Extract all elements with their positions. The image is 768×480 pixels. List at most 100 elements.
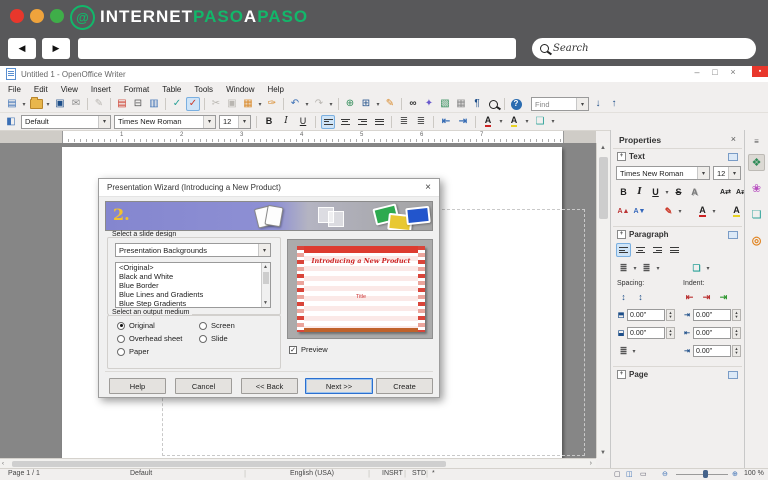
decrease-indent-button[interactable]: ⇤ bbox=[439, 115, 453, 129]
sidebar-align-right-button[interactable] bbox=[650, 243, 665, 257]
shadow-button[interactable]: A bbox=[687, 185, 702, 199]
find-previous-button[interactable]: ↓ bbox=[591, 97, 605, 111]
design-list-item[interactable]: Blue Step Gradients bbox=[116, 299, 270, 307]
horizontal-ruler[interactable]: 1 2 3 4 5 6 7 bbox=[0, 131, 596, 143]
status-page-count[interactable]: Page 1 / 1 bbox=[8, 470, 40, 477]
sidebar-underline-button[interactable]: U bbox=[648, 185, 663, 199]
step-down-icon[interactable]: ▼ bbox=[669, 315, 673, 319]
bold-button[interactable]: B bbox=[262, 115, 276, 129]
status-language[interactable]: English (USA) bbox=[290, 470, 334, 477]
scroll-up-icon[interactable]: ▲ bbox=[600, 145, 606, 151]
first-line-indent-stepper[interactable]: ▲ ▼ bbox=[732, 345, 741, 357]
traffic-light-orange-icon[interactable] bbox=[30, 9, 44, 23]
book-view-icon[interactable]: ▭ bbox=[640, 470, 647, 478]
data-sources-button[interactable]: ▦ bbox=[454, 97, 468, 111]
italic-button[interactable]: I bbox=[279, 115, 293, 129]
increase-char-spacing-button[interactable]: A⇄ bbox=[718, 185, 733, 199]
paragraph-background-dropdown[interactable]: ▾ bbox=[705, 265, 711, 272]
first-line-indent-input[interactable]: 0.00" bbox=[693, 345, 731, 357]
status-page-style[interactable]: Default bbox=[130, 470, 152, 477]
menu-file[interactable]: File bbox=[8, 85, 21, 94]
table-dropdown[interactable]: ▾ bbox=[375, 101, 381, 108]
sidebar-size-combo[interactable]: 12 ▾ bbox=[713, 166, 741, 180]
underline-dropdown[interactable]: ▾ bbox=[664, 189, 670, 196]
step-down-icon[interactable]: ▼ bbox=[735, 315, 739, 319]
email-document-button[interactable]: ✉ bbox=[69, 97, 83, 111]
sidebar-bold-button[interactable]: B bbox=[616, 185, 631, 199]
traffic-light-green-icon[interactable] bbox=[50, 9, 64, 23]
sidebar-numbered-list-button[interactable]: ≣ bbox=[639, 261, 654, 275]
sidebar-highlighting-button[interactable]: A bbox=[729, 204, 744, 218]
paragraph-section-header[interactable]: + Paragraph bbox=[617, 230, 669, 239]
font-color-button[interactable]: A bbox=[481, 115, 495, 129]
indent-before-input[interactable]: 0.00" bbox=[693, 309, 731, 321]
address-bar[interactable] bbox=[78, 38, 516, 59]
print-button[interactable]: ⊟ bbox=[131, 97, 145, 111]
new-document-dropdown[interactable]: ▾ bbox=[21, 101, 27, 108]
find-replace-button[interactable]: ∞ bbox=[406, 97, 420, 111]
decrease-font-size-button[interactable]: A▼ bbox=[632, 204, 647, 218]
zoom-out-icon[interactable]: ⊖ bbox=[662, 470, 668, 478]
paragraph-style-combo[interactable]: Default ▾ bbox=[21, 114, 111, 129]
copy-button[interactable]: ▣ bbox=[225, 97, 239, 111]
bullet-list-dropdown[interactable]: ▾ bbox=[632, 265, 638, 272]
font-color-dropdown[interactable]: ▾ bbox=[498, 118, 504, 125]
zoom-button[interactable] bbox=[486, 97, 500, 111]
sidebar-italic-button[interactable]: I bbox=[632, 185, 647, 199]
numbered-list-button[interactable]: ≣ bbox=[397, 115, 411, 129]
formatting-marks-button[interactable]: ¶ bbox=[470, 97, 484, 111]
help-dialog-button[interactable]: Help bbox=[109, 378, 166, 394]
character-highlight-button[interactable]: ✎ bbox=[661, 204, 676, 218]
multi-page-view-icon[interactable]: ◫ bbox=[626, 470, 633, 478]
sidebar-font-caret-icon[interactable]: ▾ bbox=[697, 167, 709, 179]
dialog-close-icon[interactable]: × bbox=[425, 182, 431, 193]
indent-before-stepper[interactable]: ▲ ▼ bbox=[732, 309, 741, 321]
navigator-tab[interactable]: ◎ bbox=[748, 232, 765, 249]
draw-functions-button[interactable]: ✎ bbox=[383, 97, 397, 111]
switch-indent-button[interactable]: ⇥ bbox=[716, 290, 731, 304]
size-combo-caret-icon[interactable]: ▾ bbox=[238, 115, 250, 128]
line-spacing-dropdown[interactable]: ▾ bbox=[631, 348, 637, 355]
vertical-scrollbar[interactable]: ▲ ▼ bbox=[596, 143, 610, 458]
close-icon[interactable]: × bbox=[724, 67, 742, 77]
align-right-button[interactable] bbox=[355, 115, 369, 129]
paragraph-background-button[interactable]: ❑ bbox=[689, 261, 704, 275]
spellcheck-button[interactable]: ✓ bbox=[170, 97, 184, 111]
undock-icon[interactable] bbox=[728, 153, 738, 161]
zoom-slider-track[interactable] bbox=[676, 473, 728, 475]
spacing-above-stepper[interactable]: ▲ ▼ bbox=[666, 309, 675, 321]
redo-button[interactable]: ↷ bbox=[312, 97, 326, 111]
scroll-down-icon[interactable]: ▼ bbox=[600, 450, 606, 456]
help-button[interactable]: ? bbox=[509, 97, 523, 111]
radio-overhead-sheet[interactable]: Overhead sheet bbox=[117, 334, 182, 343]
status-insert-mode[interactable]: INSRT bbox=[382, 470, 403, 477]
list-scrollbar[interactable]: ▲ ▼ bbox=[261, 263, 270, 307]
zoom-slider-thumb[interactable] bbox=[703, 470, 708, 478]
line-spacing-button[interactable]: ≣ bbox=[616, 344, 631, 358]
autospellcheck-button[interactable]: ✓ bbox=[186, 97, 200, 111]
sidebar-font-color-button[interactable]: A bbox=[695, 204, 710, 218]
menu-edit[interactable]: Edit bbox=[34, 85, 48, 94]
menu-view[interactable]: View bbox=[61, 85, 78, 94]
undo-dropdown[interactable]: ▾ bbox=[304, 101, 310, 108]
navigator-button[interactable]: ✦ bbox=[422, 97, 436, 111]
dialog-titlebar[interactable]: Presentation Wizard (Introducing a New P… bbox=[99, 179, 439, 197]
spacing-below-stepper[interactable]: ▲ ▼ bbox=[666, 327, 675, 339]
highlighting-button[interactable]: A bbox=[507, 115, 521, 129]
search-box[interactable]: Search bbox=[532, 38, 756, 59]
radio-paper[interactable]: Paper bbox=[117, 347, 149, 356]
sidebar-close-icon[interactable]: × bbox=[731, 134, 736, 144]
list-scroll-down-icon[interactable]: ▼ bbox=[263, 300, 268, 306]
status-modified-flag[interactable]: * bbox=[432, 470, 435, 477]
list-scroll-thumb[interactable] bbox=[263, 272, 269, 284]
font-combo-caret-icon[interactable]: ▾ bbox=[203, 115, 215, 128]
align-justify-button[interactable] bbox=[372, 115, 386, 129]
cancel-button[interactable]: Cancel bbox=[175, 378, 232, 394]
zoom-percent[interactable]: 100 % bbox=[744, 470, 764, 477]
spacing-below-input[interactable]: 0.00" bbox=[627, 327, 665, 339]
align-left-button[interactable] bbox=[321, 114, 335, 129]
menu-help[interactable]: Help bbox=[268, 85, 284, 94]
expand-icon[interactable]: + bbox=[617, 230, 626, 239]
increase-paragraph-spacing-button[interactable]: ↕ bbox=[616, 290, 631, 304]
format-paintbrush-button[interactable]: ✑ bbox=[265, 97, 279, 111]
